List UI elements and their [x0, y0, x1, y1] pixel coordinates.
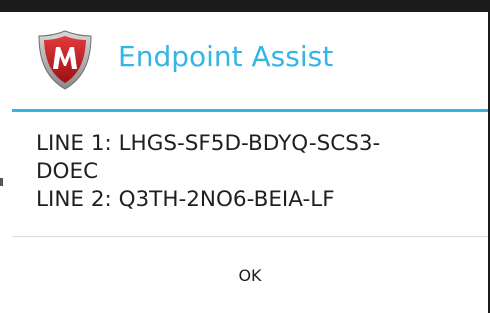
ok-button[interactable]: OK: [12, 237, 488, 313]
license-line-1: LINE 1: LHGS-SF5D-BDYQ-SCS3-: [36, 131, 381, 156]
title-divider: [12, 109, 488, 112]
dialog-title-bar: Endpoint Assist: [12, 12, 488, 109]
dialog-title: Endpoint Assist: [118, 40, 334, 73]
background-edge: [0, 12, 12, 313]
license-line-1-continued: DOEC: [36, 159, 99, 184]
background-mark: [0, 178, 3, 186]
license-line-2: LINE 2: Q3TH-2NO6-BEIA-LF: [36, 187, 335, 212]
alert-dialog: Endpoint Assist LINE 1: LHGS-SF5D-BDYQ-S…: [12, 12, 488, 313]
dialog-message: LINE 1: LHGS-SF5D-BDYQ-SCS3- DOEC LINE 2…: [36, 130, 466, 214]
screen: Endpoint Assist LINE 1: LHGS-SF5D-BDYQ-S…: [0, 0, 490, 313]
mcafee-shield-icon: [36, 29, 94, 91]
status-bar-strip: [0, 0, 490, 12]
